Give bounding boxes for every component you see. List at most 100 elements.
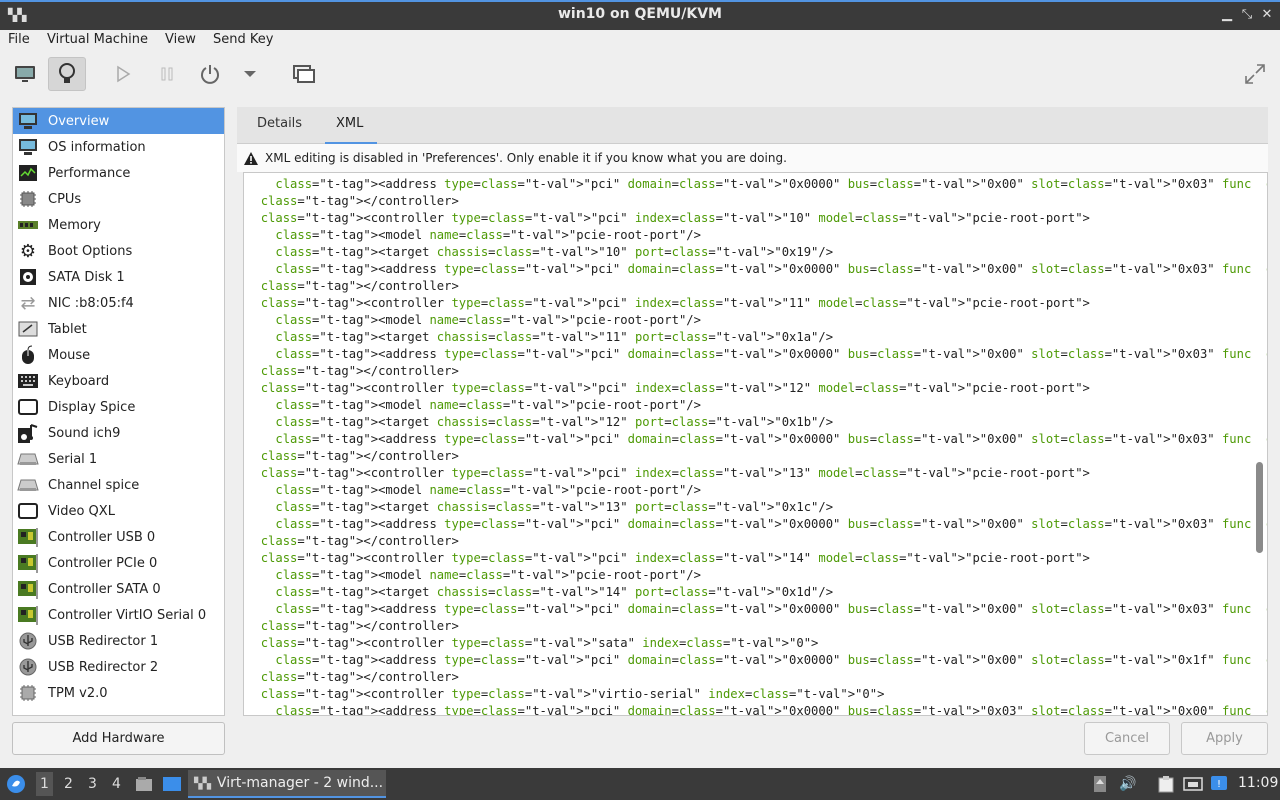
- sidebar-item-label: Serial 1: [48, 451, 98, 467]
- sidebar-item-label: Controller VirtIO Serial 0: [48, 607, 207, 623]
- xml-editor[interactable]: class="t-tag"><address type=class="t-val…: [243, 172, 1268, 716]
- snapshots-button[interactable]: [285, 57, 323, 91]
- pci-card-icon: [17, 579, 39, 599]
- sidebar-item-controller-pcie-0[interactable]: Controller PCIe 0: [13, 550, 224, 576]
- workspace-3[interactable]: 3: [88, 776, 97, 792]
- xml-line: class="t-tag"><address type=class="t-val…: [275, 704, 1267, 716]
- xml-line: class="t-tag"><address type=class="t-val…: [275, 177, 1267, 191]
- sidebar-item-overview[interactable]: Overview: [13, 108, 224, 134]
- xml-line: class="t-tag"></controller>: [260, 670, 459, 684]
- play-icon: [117, 65, 131, 83]
- sidebar-item-controller-sata-0[interactable]: Controller SATA 0: [13, 576, 224, 602]
- chevron-down-icon: [244, 71, 256, 77]
- clipboard-icon[interactable]: [1156, 774, 1176, 794]
- sidebar-item-os-information[interactable]: OS information: [13, 134, 224, 160]
- sidebar-item-label: Display Spice: [48, 399, 136, 415]
- menu-file[interactable]: File: [8, 32, 30, 47]
- warning-text: XML editing is disabled in 'Preferences'…: [265, 151, 787, 165]
- sidebar-item-performance[interactable]: Performance: [13, 160, 224, 186]
- sidebar-item-nic[interactable]: ⇄ NIC :b8:05:f4: [13, 290, 224, 316]
- sidebar-item-label: Boot Options: [48, 243, 133, 259]
- xml-line: class="t-tag"></controller>: [260, 364, 459, 378]
- xml-line: class="t-tag"><model name=class="t-val">…: [275, 568, 701, 582]
- sidebar-item-memory[interactable]: Memory: [13, 212, 224, 238]
- sidebar-item-cpus[interactable]: CPUs: [13, 186, 224, 212]
- sidebar-item-tablet[interactable]: Tablet: [13, 316, 224, 342]
- display-icon: [17, 397, 39, 417]
- close-icon[interactable]: ✕: [1258, 6, 1276, 24]
- sidebar-item-controller-usb-0[interactable]: Controller USB 0: [13, 524, 224, 550]
- editor-scrollbar-thumb[interactable]: [1256, 462, 1263, 553]
- menu-send-key[interactable]: Send Key: [213, 32, 273, 47]
- file-manager-icon[interactable]: [134, 774, 154, 794]
- workspace-1[interactable]: 1: [36, 772, 53, 796]
- cancel-button[interactable]: Cancel: [1084, 722, 1170, 755]
- monitor-icon: [15, 66, 35, 82]
- desktop-icon[interactable]: [162, 774, 182, 794]
- taskbar-task-virt-manager[interactable]: ▚▚ Virt-manager - 2 wind...: [188, 770, 386, 798]
- fullscreen-button[interactable]: [1236, 57, 1274, 91]
- network-icon[interactable]: [1183, 774, 1203, 794]
- xml-line: class="t-tag"><address type=class="t-val…: [275, 432, 1267, 446]
- pause-icon: [161, 67, 173, 81]
- sidebar-item-usb-redirector-1[interactable]: USB Redirector 1: [13, 628, 224, 654]
- shutdown-button[interactable]: [191, 57, 229, 91]
- monitor-icon: [17, 111, 39, 131]
- sidebar-item-controller-virtio-serial-0[interactable]: Controller VirtIO Serial 0: [13, 602, 224, 628]
- sidebar-item-mouse[interactable]: Mouse: [13, 342, 224, 368]
- sidebar-item-tpm-v2[interactable]: TPM v2.0: [13, 680, 224, 706]
- xml-line: class="t-tag"><controller type=class="t-…: [260, 466, 1090, 480]
- sidebar-item-serial-1[interactable]: Serial 1: [13, 446, 224, 472]
- xml-line: class="t-tag"><target chassis=class="t-v…: [275, 415, 834, 429]
- keyboard-icon: [17, 371, 39, 391]
- usb-icon: [17, 657, 39, 677]
- pause-button[interactable]: [148, 57, 186, 91]
- network-arrows-icon: ⇄: [20, 292, 36, 314]
- apply-button[interactable]: Apply: [1181, 722, 1268, 755]
- minimize-icon[interactable]: ▁: [1218, 6, 1236, 24]
- menu-bar: File Virtual Machine View Send Key: [0, 30, 1280, 52]
- tab-xml[interactable]: XML: [336, 116, 363, 131]
- tab-details[interactable]: Details: [257, 116, 302, 131]
- toolbar: [0, 52, 1280, 98]
- xml-line: class="t-tag"><target chassis=class="t-v…: [275, 245, 834, 259]
- start-menu-icon[interactable]: [5, 773, 27, 795]
- sidebar-item-channel-spice[interactable]: Channel spice: [13, 472, 224, 498]
- menu-virtual-machine[interactable]: Virtual Machine: [47, 32, 148, 47]
- volume-icon[interactable]: 🔊: [1118, 774, 1138, 794]
- maximize-icon[interactable]: ⤡: [1238, 6, 1256, 24]
- xml-warning-bar: XML editing is disabled in 'Preferences'…: [237, 144, 1268, 172]
- sidebar-item-usb-redirector-2[interactable]: USB Redirector 2: [13, 654, 224, 680]
- pci-card-icon: [17, 605, 39, 625]
- shutdown-menu-button[interactable]: [231, 57, 269, 91]
- sidebar-item-boot-options[interactable]: ⚙ Boot Options: [13, 238, 224, 264]
- sidebar-item-label: Overview: [48, 113, 110, 129]
- xml-line: class="t-tag"><target chassis=class="t-v…: [275, 330, 834, 344]
- tray-box-icon[interactable]: [1090, 774, 1110, 794]
- xml-line: class="t-tag"><model name=class="t-val">…: [275, 228, 701, 242]
- workspace-4[interactable]: 4: [112, 776, 121, 792]
- sidebar-item-label: USB Redirector 1: [48, 633, 159, 649]
- xml-line: class="t-tag"></controller>: [260, 449, 459, 463]
- sidebar-item-sata-disk-1[interactable]: SATA Disk 1: [13, 264, 224, 290]
- window-titlebar: ▚▚ win10 on QEMU/KVM ▁ ⤡ ✕: [0, 0, 1280, 30]
- virt-manager-icon: ▚▚: [194, 776, 211, 790]
- xml-line: class="t-tag"><target chassis=class="t-v…: [275, 500, 834, 514]
- console-button[interactable]: [6, 57, 44, 91]
- add-hardware-button[interactable]: Add Hardware: [12, 722, 225, 755]
- editor-scrollbar[interactable]: [1252, 173, 1266, 715]
- sidebar-item-label: TPM v2.0: [48, 685, 108, 701]
- menu-view[interactable]: View: [165, 32, 196, 47]
- sidebar-item-video-qxl[interactable]: Video QXL: [13, 498, 224, 524]
- details-button[interactable]: [48, 57, 86, 91]
- sidebar-item-keyboard[interactable]: Keyboard: [13, 368, 224, 394]
- notification-icon[interactable]: !: [1209, 774, 1229, 794]
- xml-line: class="t-tag"><address type=class="t-val…: [275, 653, 1267, 667]
- sidebar-item-display-spice[interactable]: Display Spice: [13, 394, 224, 420]
- workspace-2[interactable]: 2: [64, 776, 73, 792]
- run-button[interactable]: [104, 57, 142, 91]
- hardware-list: Overview OS information Performance CPUs…: [12, 107, 225, 716]
- usb-icon: [17, 631, 39, 651]
- sidebar-item-sound-ich9[interactable]: Sound ich9: [13, 420, 224, 446]
- sidebar-item-label: NIC :b8:05:f4: [48, 295, 134, 311]
